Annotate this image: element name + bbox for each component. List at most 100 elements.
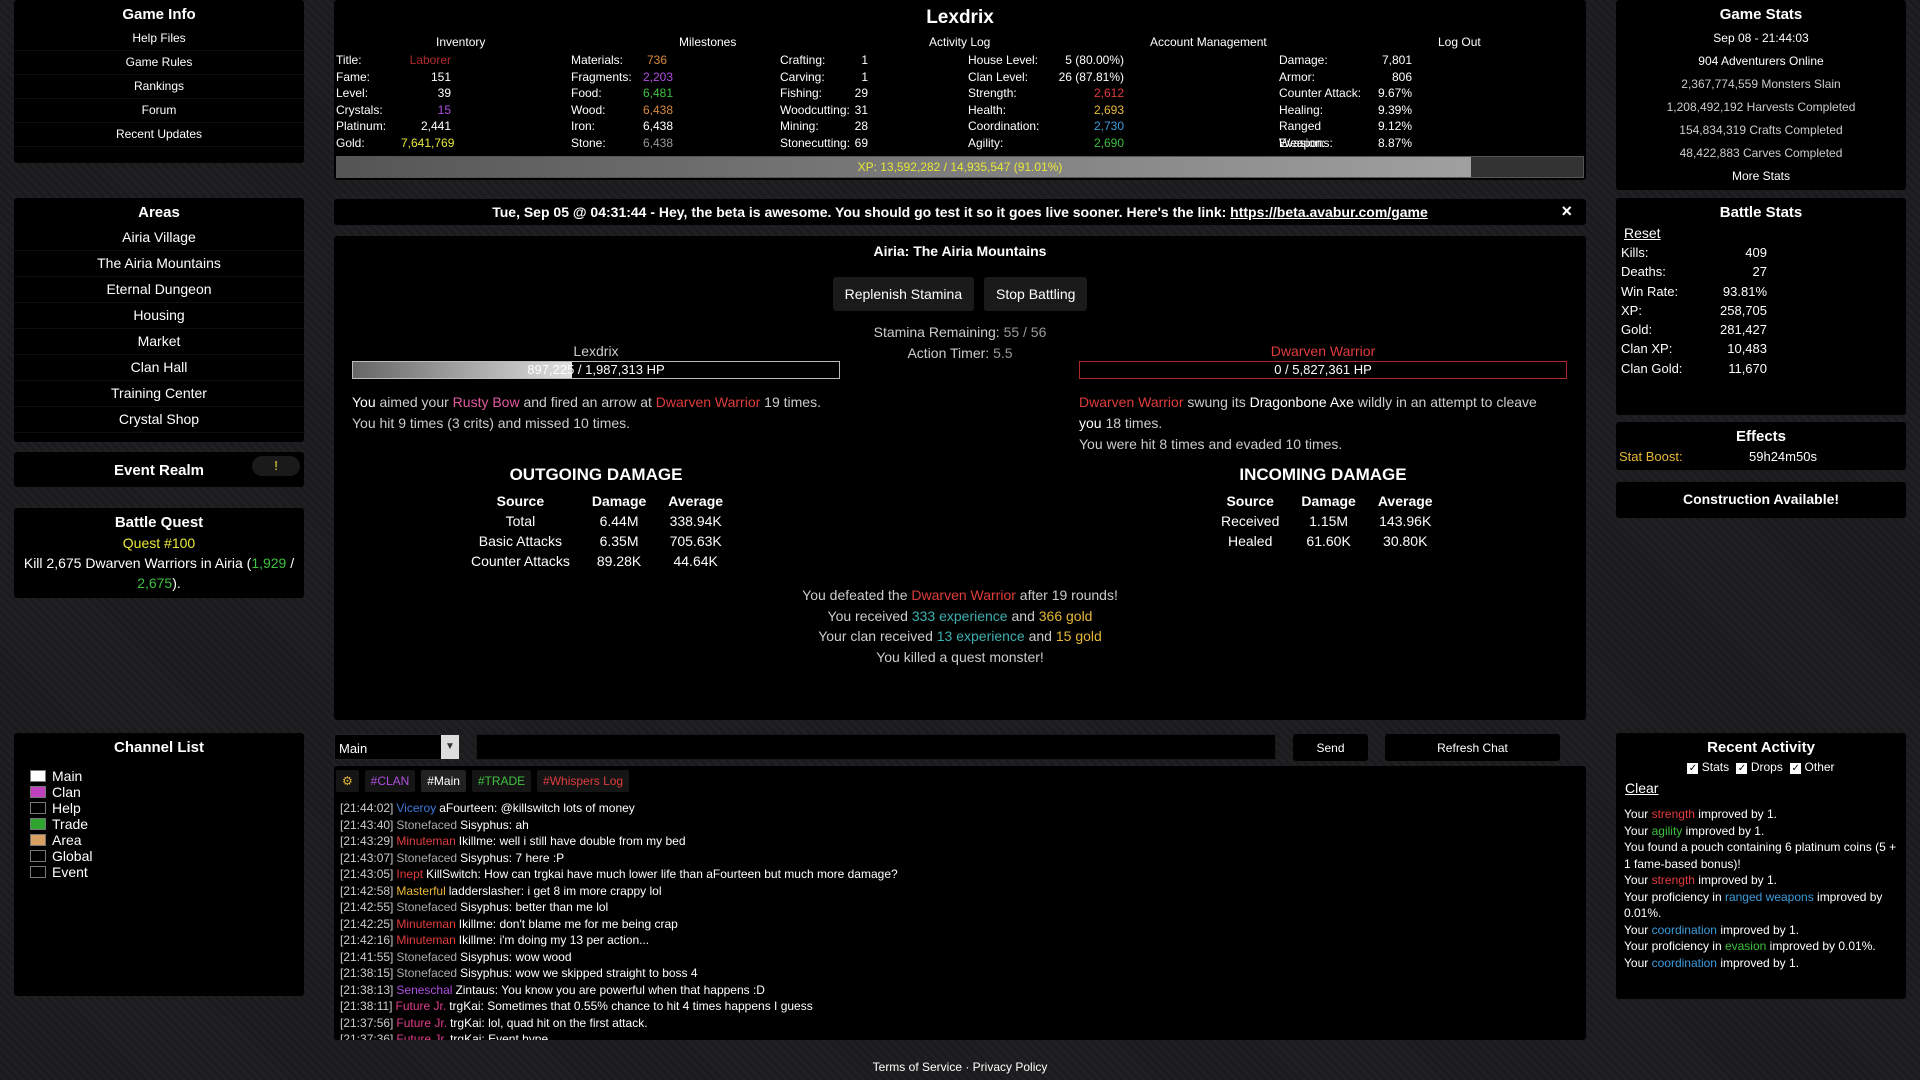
nav-forum[interactable]: Forum xyxy=(14,99,304,123)
chat-user-title[interactable]: Stonefaced xyxy=(396,818,457,832)
checkbox-other[interactable]: ✓ xyxy=(1790,763,1802,774)
nav-game-rules[interactable]: Game Rules xyxy=(14,51,304,75)
chat-username[interactable]: Ikillme: xyxy=(459,917,496,931)
chat-settings-icon[interactable]: ⚙ xyxy=(336,770,359,792)
refresh-chat-button[interactable]: Refresh Chat xyxy=(1385,734,1560,761)
channel-item[interactable]: Event xyxy=(30,864,288,880)
nav-log-out[interactable]: Log Out xyxy=(1438,35,1481,49)
nav-milestones[interactable]: Milestones xyxy=(679,35,736,49)
channel-item[interactable]: Area xyxy=(30,832,288,848)
channel-color-swatch[interactable] xyxy=(30,770,46,782)
event-realm-panel[interactable]: Event Realm ! xyxy=(14,452,304,487)
channel-color-swatch[interactable] xyxy=(30,834,46,846)
construction-panel[interactable]: Construction Available! xyxy=(1616,482,1906,518)
chat-user-title[interactable]: Stonefaced xyxy=(396,966,457,980)
area-airia-village[interactable]: Airia Village xyxy=(14,225,304,251)
activity-text: improved by 1. xyxy=(1682,823,1765,838)
stat-label: Healing: xyxy=(1279,102,1324,117)
close-icon[interactable]: × xyxy=(1561,201,1572,222)
clear-link[interactable]: Clear xyxy=(1625,780,1906,796)
chat-username[interactable]: trgKai: xyxy=(450,1032,485,1040)
channel-item[interactable]: Main xyxy=(30,768,288,784)
tab-whispers-log[interactable]: #Whispers Log xyxy=(537,770,630,792)
chat-username[interactable]: aFourteen: xyxy=(439,801,497,815)
chat-username[interactable]: Sisyphus: xyxy=(460,818,512,832)
chat-user-title[interactable]: Minuteman xyxy=(396,834,455,848)
area-housing[interactable]: Housing xyxy=(14,303,304,329)
chat-user-title[interactable]: Stonefaced xyxy=(396,851,457,865)
tab-trade[interactable]: #TRADE xyxy=(471,770,532,792)
checkbox-stats[interactable]: ✓ xyxy=(1687,763,1699,774)
beta-link[interactable]: https://beta.avabur.com/game xyxy=(1230,204,1428,220)
stop-battling-button[interactable]: Stop Battling xyxy=(984,277,1088,311)
chat-username[interactable]: Ikillme: xyxy=(459,834,496,848)
channel-color-swatch[interactable] xyxy=(30,802,46,814)
chat-username[interactable]: Sisyphus: xyxy=(460,966,512,980)
nav-rankings[interactable]: Rankings xyxy=(14,75,304,99)
more-stats-link[interactable]: More Stats xyxy=(1616,165,1906,188)
chat-username[interactable]: Ikillme: xyxy=(459,933,496,947)
chat-username[interactable]: Sisyphus: xyxy=(460,950,512,964)
chat-user-title[interactable]: Inept xyxy=(396,867,423,881)
chat-username[interactable]: trgKai: xyxy=(449,999,484,1013)
channel-item[interactable]: Trade xyxy=(30,816,288,832)
area-eternal-dungeon[interactable]: Eternal Dungeon xyxy=(14,277,304,303)
tab-main[interactable]: #Main xyxy=(421,770,466,792)
replenish-stamina-button[interactable]: Replenish Stamina xyxy=(832,277,975,311)
nav-activity-log[interactable]: Activity Log xyxy=(929,35,990,49)
area-clan-hall[interactable]: Clan Hall xyxy=(14,355,304,381)
nav-recent-updates[interactable]: Recent Updates xyxy=(14,123,304,147)
channel-item[interactable]: Help xyxy=(30,800,288,816)
announcement-message: Tue, Sep 05 @ 04:31:44 - Hey, the beta i… xyxy=(492,204,1231,220)
adventurers-online[interactable]: 904 Adventurers Online xyxy=(1616,50,1906,73)
reset-link[interactable]: Reset xyxy=(1624,225,1906,241)
construction-available[interactable]: Construction Available! xyxy=(1616,482,1906,511)
area-market[interactable]: Market xyxy=(14,329,304,355)
chat-username[interactable]: KillSwitch: xyxy=(426,867,481,881)
terms-link[interactable]: Terms of Service xyxy=(873,1060,962,1074)
nav-account-management[interactable]: Account Management xyxy=(1150,35,1267,49)
channel-color-swatch[interactable] xyxy=(30,866,46,878)
channel-color-swatch[interactable] xyxy=(30,786,46,798)
privacy-link[interactable]: Privacy Policy xyxy=(973,1060,1048,1074)
chat-user-title[interactable]: Seneschal xyxy=(396,983,452,997)
channel-color-swatch[interactable] xyxy=(30,818,46,830)
activity-text: Your proficiency in xyxy=(1624,939,1725,953)
area-training-center[interactable]: Training Center xyxy=(14,381,304,407)
channel-item[interactable]: Global xyxy=(30,848,288,864)
area-crystal-shop[interactable]: Crystal Shop xyxy=(14,407,304,433)
activity-text: improved by 1. xyxy=(1716,922,1800,937)
chat-username[interactable]: ladderslasher: xyxy=(449,884,524,898)
chat-user-title[interactable]: Stonefaced xyxy=(396,900,457,914)
chevron-down-icon[interactable]: ▼ xyxy=(441,735,459,759)
chat-input[interactable] xyxy=(476,734,1276,760)
chat-user-title[interactable]: Future Jr. xyxy=(396,1016,447,1030)
checkbox-drops[interactable]: ✓ xyxy=(1736,763,1748,774)
chat-username[interactable]: trgKai: xyxy=(450,1016,485,1030)
chat-user-title[interactable]: Masterful xyxy=(396,884,445,898)
send-button[interactable]: Send xyxy=(1293,734,1368,761)
nav-inventory[interactable]: Inventory xyxy=(436,35,485,49)
nav-help-files[interactable]: Help Files xyxy=(14,27,304,51)
channel-item[interactable]: Clan xyxy=(30,784,288,800)
cell: 89.28K xyxy=(596,553,642,569)
enemy-hit-summary: You were hit 8 times and evaded 10 times… xyxy=(1079,436,1343,452)
chat-channel-select[interactable]: Main ▼ xyxy=(334,734,460,760)
chat-user-title[interactable]: Viceroy xyxy=(396,801,436,815)
chat-user-title[interactable]: Minuteman xyxy=(396,933,455,947)
chat-username[interactable]: Zintaus: xyxy=(455,983,498,997)
stat-label: Carving: xyxy=(780,69,825,84)
chat-username[interactable]: Sisyphus: xyxy=(460,900,512,914)
chat-user-title[interactable]: Stonefaced xyxy=(396,950,457,964)
channel-color-swatch[interactable] xyxy=(30,850,46,862)
chat-user-title[interactable]: Minuteman xyxy=(396,917,455,931)
chat-user-title[interactable]: Future Jr. xyxy=(396,1032,447,1040)
chat-user-title[interactable]: Future Jr. xyxy=(396,999,447,1013)
footer-sep: · xyxy=(962,1060,973,1074)
quest-number[interactable]: Quest #100 xyxy=(14,535,304,551)
chat-username[interactable]: Sisyphus: xyxy=(460,851,512,865)
tab-clan[interactable]: #CLAN xyxy=(364,770,416,792)
area-airia-mountains[interactable]: The Airia Mountains xyxy=(14,251,304,277)
stat-row: Materials: 736 xyxy=(571,52,673,69)
activity-item: Your coordination improved by 1. xyxy=(1624,922,1898,939)
